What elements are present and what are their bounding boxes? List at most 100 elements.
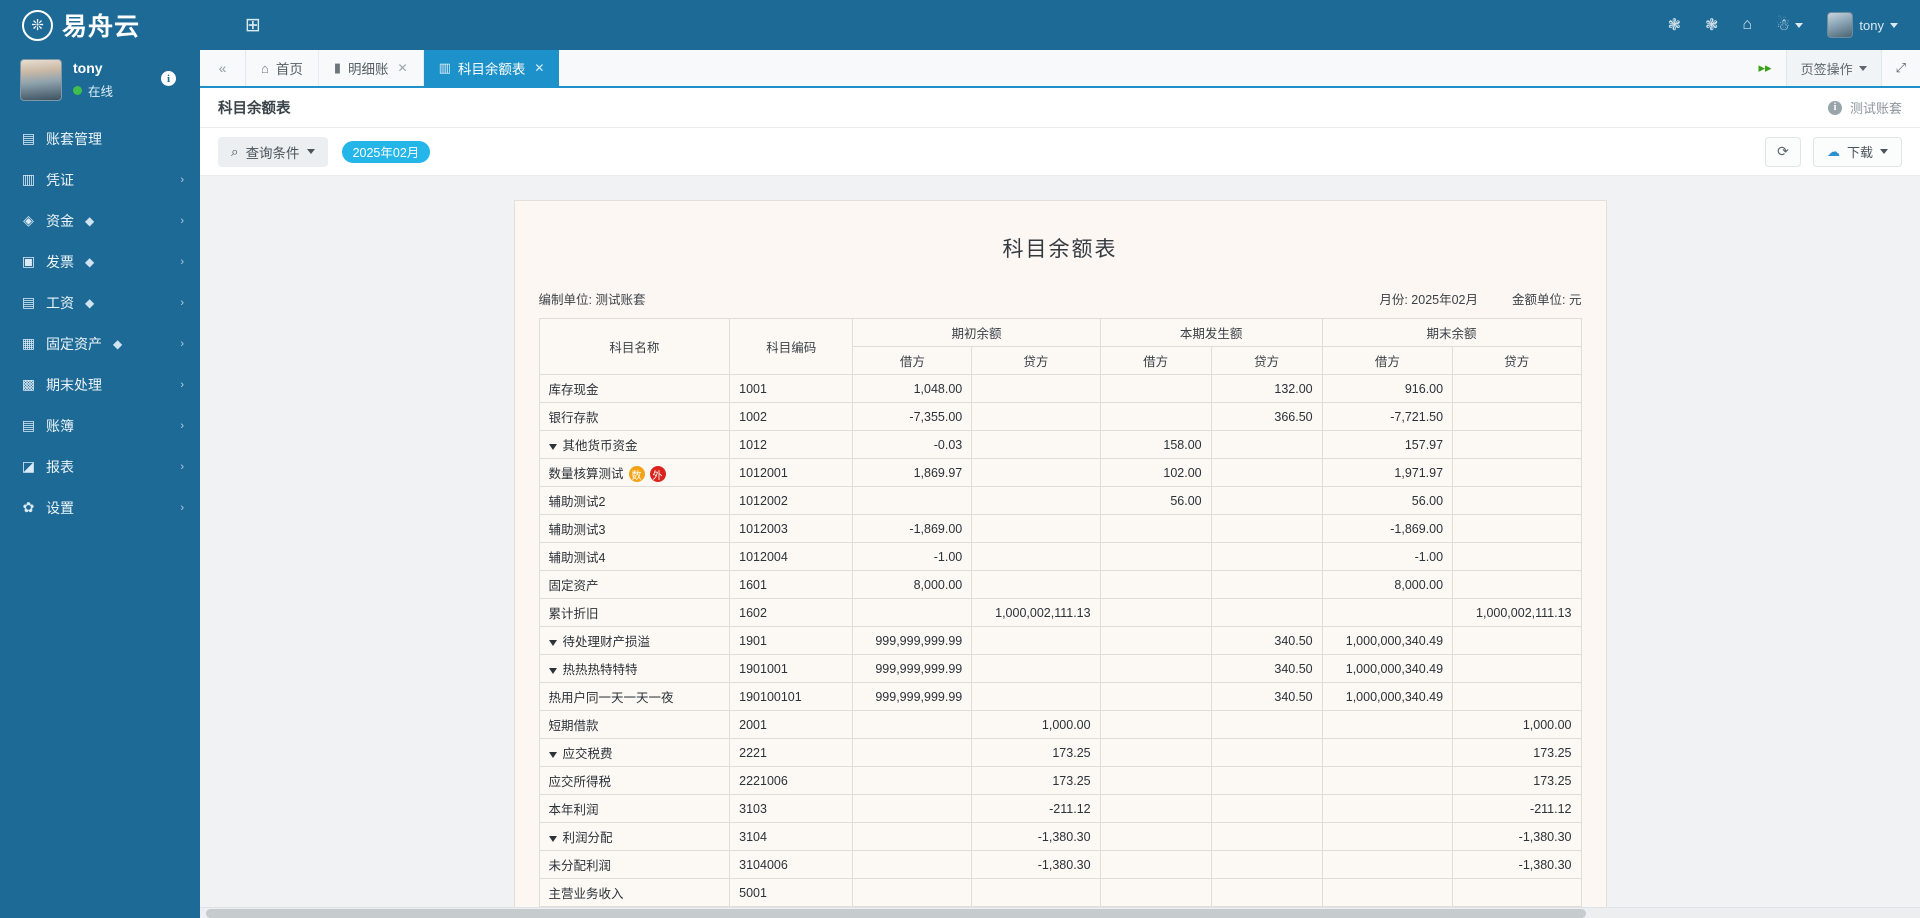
sidebar-item-0[interactable]: ▤ 账套管理 bbox=[0, 118, 200, 159]
table-row[interactable]: 辅助测试3 1012003 -1,869.00 -1,869.00 bbox=[538, 514, 1582, 543]
cell-account-name[interactable]: 应交所得税 bbox=[538, 766, 731, 795]
table-row[interactable]: 应交税费 2221 173.25 173.25 bbox=[538, 738, 1582, 767]
cell-closing-debit bbox=[1321, 598, 1454, 627]
snowflake-right-icon[interactable]: ❃ bbox=[1705, 15, 1718, 35]
table-row[interactable]: 数量核算测试数外 1012001 1,869.97 102.00 1,971.97 bbox=[538, 458, 1582, 487]
tab-1[interactable]: ▮ 明细账 ✕ bbox=[319, 50, 424, 86]
horizontal-scrollbar[interactable] bbox=[200, 907, 1920, 918]
cell-current-credit bbox=[1210, 542, 1323, 571]
period-chip[interactable]: 2025年02月 bbox=[341, 140, 431, 163]
table-row[interactable]: 短期借款 2001 1,000.00 1,000.00 bbox=[538, 710, 1582, 739]
sidebar-item-1[interactable]: ▥ 凭证 › bbox=[0, 159, 200, 200]
cell-account-name[interactable]: 银行存款 bbox=[538, 402, 731, 431]
close-icon[interactable]: ✕ bbox=[534, 61, 544, 75]
tab-label: 明细账 bbox=[348, 62, 389, 77]
filter-conditions-button[interactable]: ⌕ 查询条件 bbox=[218, 136, 328, 167]
tab-2[interactable]: ▥ 科目余额表 ✕ bbox=[423, 50, 560, 86]
table-row[interactable]: 未分配利润 3104006 -1,380.30 -1,380.30 bbox=[538, 850, 1582, 879]
sidebar-item-9[interactable]: ✿ 设置 › bbox=[0, 487, 200, 528]
refresh-button[interactable]: ⟳ bbox=[1764, 136, 1801, 167]
sidebar-item-2[interactable]: ◈ 资金 ◆ › bbox=[0, 200, 200, 241]
sidebar-item-8[interactable]: ◪ 报表 › bbox=[0, 446, 200, 487]
account-name-text: 库存现金 bbox=[548, 383, 599, 397]
cell-closing-debit bbox=[1321, 738, 1454, 767]
table-row[interactable]: 利润分配 3104 -1,380.30 -1,380.30 bbox=[538, 822, 1582, 851]
table-row[interactable]: 辅助测试4 1012004 -1.00 -1.00 bbox=[538, 542, 1582, 571]
cell-account-name[interactable]: 辅助测试3 bbox=[538, 514, 731, 543]
cell-account-name[interactable]: 应交税费 bbox=[538, 738, 731, 767]
table-row[interactable]: 热热热特特特 1901001 999,999,999.99 340.50 1,000,0… bbox=[538, 654, 1582, 683]
ledger-icon: ▤ bbox=[21, 417, 36, 433]
sidebar-user-card[interactable]: tony 在线 i bbox=[0, 50, 200, 112]
balance-sheet-icon: ▥ bbox=[438, 60, 451, 75]
table-row[interactable]: 待处理财产损溢 1901 999,999,999.99 340.50 1,000,000… bbox=[538, 626, 1582, 655]
cell-account-name[interactable]: 其他货币资金 bbox=[538, 430, 731, 459]
account-menu[interactable]: tony bbox=[1827, 12, 1898, 38]
table-row[interactable]: 库存现金 1001 1,048.00 132.00 916.00 bbox=[538, 374, 1582, 403]
sidebar-item-7[interactable]: ▤ 账簿 › bbox=[0, 405, 200, 446]
sidebar-item-5[interactable]: ▦ 固定资产 ◆ › bbox=[0, 323, 200, 364]
user-info-badge[interactable]: i bbox=[161, 71, 176, 86]
grid-toggle-icon[interactable]: ⊞ bbox=[240, 12, 266, 38]
sidebar-item-6[interactable]: ▩ 期末处理 › bbox=[0, 364, 200, 405]
table-row[interactable]: 固定资产 1601 8,000.00 8,000.00 bbox=[538, 570, 1582, 599]
table-row[interactable]: 主营业务收入 5001 bbox=[538, 878, 1582, 907]
tab-0[interactable]: ⌂ 首页 bbox=[246, 50, 319, 86]
cell-current-debit bbox=[1099, 766, 1212, 795]
table-row[interactable]: 本年利润 3103 -211.12 -211.12 bbox=[538, 794, 1582, 823]
cell-account-name[interactable]: 数量核算测试数外 bbox=[538, 458, 731, 487]
snowflake-left-icon[interactable]: ❃ bbox=[1668, 15, 1681, 35]
assets-icon: ▦ bbox=[21, 335, 36, 351]
expand-toggle-icon[interactable] bbox=[548, 751, 557, 758]
download-button[interactable]: ☁ 下载 bbox=[1812, 136, 1902, 167]
cell-account-name[interactable]: 辅助测试4 bbox=[538, 542, 731, 571]
tab-operations-button[interactable]: 页签操作 bbox=[1785, 50, 1882, 86]
tab-scroll-back-button[interactable]: « bbox=[200, 50, 246, 86]
cell-account-name[interactable]: 辅助测试2 bbox=[538, 486, 731, 515]
cell-closing-credit bbox=[1452, 570, 1582, 599]
scrollbar-thumb[interactable] bbox=[206, 909, 1586, 918]
chevron-down-icon bbox=[1880, 149, 1888, 154]
user-switch-button[interactable]: ☃ bbox=[1776, 15, 1804, 35]
expand-toggle-icon[interactable] bbox=[548, 835, 557, 842]
sidebar-item-label: 发票 bbox=[46, 253, 74, 270]
cell-account-name[interactable]: 短期借款 bbox=[538, 710, 731, 739]
close-icon[interactable]: ✕ bbox=[398, 61, 408, 75]
sidebar-item-3[interactable]: ▣ 发票 ◆ › bbox=[0, 241, 200, 282]
cell-account-name[interactable]: 累计折旧 bbox=[538, 598, 731, 627]
badge-foreign-currency-icon: 外 bbox=[649, 466, 666, 483]
page-header: 科目余额表 i 测试账套 bbox=[200, 88, 1920, 128]
cell-account-name[interactable]: 主营业务收入 bbox=[538, 878, 731, 907]
cell-closing-debit bbox=[1321, 710, 1454, 739]
header-row-groups: 科目名称 科目编码 期初余额 本期发生额 期末余额 bbox=[538, 318, 1582, 375]
cell-account-name[interactable]: 本年利润 bbox=[538, 794, 731, 823]
cell-account-name[interactable]: 待处理财产损溢 bbox=[538, 626, 731, 655]
cell-account-name[interactable]: 利润分配 bbox=[538, 822, 731, 851]
table-row[interactable]: 热用户同一天一天一夜 190100101 999,999,999.99 340.50 1… bbox=[538, 682, 1582, 711]
table-row[interactable]: 银行存款 1002 -7,355.00 366.50 -7,721.50 bbox=[538, 402, 1582, 431]
period-end-icon: ▩ bbox=[21, 376, 36, 392]
premium-gem-icon: ◆ bbox=[85, 213, 95, 228]
expand-toggle-icon[interactable] bbox=[548, 667, 557, 674]
report-scroll-area[interactable]: 科目余额表 编制单位: 测试账套 月份: 2025年02月 金额单位: 元 科目… bbox=[200, 176, 1920, 918]
table-row[interactable]: 应交所得税 2221006 173.25 173.25 bbox=[538, 766, 1582, 795]
cell-account-name[interactable]: 未分配利润 bbox=[538, 850, 731, 879]
fullscreen-button[interactable]: ⤢ bbox=[1882, 50, 1920, 86]
cell-account-name[interactable]: 热用户同一天一天一夜 bbox=[538, 682, 731, 711]
cell-account-name[interactable]: 热热热特特特 bbox=[538, 654, 731, 683]
tab-scroll-forward-button[interactable]: ▸▸ bbox=[1745, 50, 1786, 86]
expand-toggle-icon[interactable] bbox=[548, 639, 557, 646]
cell-account-name[interactable]: 库存现金 bbox=[538, 374, 731, 403]
sidebar-item-4[interactable]: ▤ 工资 ◆ › bbox=[0, 282, 200, 323]
cell-current-debit bbox=[1099, 850, 1212, 879]
table-row[interactable]: 辅助测试2 1012002 56.00 56.00 bbox=[538, 486, 1582, 515]
report-month: 月份: 2025年02月 bbox=[1379, 289, 1478, 308]
brand[interactable]: ❊ 易舟云 bbox=[0, 0, 200, 50]
expand-toggle-icon[interactable] bbox=[548, 443, 557, 450]
cell-account-name[interactable]: 固定资产 bbox=[538, 570, 731, 599]
home-icon[interactable]: ⌂ bbox=[1742, 16, 1752, 34]
account-name-text: 热用户同一天一天一夜 bbox=[548, 691, 674, 705]
sidebar-menu: ▤ 账套管理 ▥ 凭证 › ◈ 资金 ◆ › ▣ 发票 ◆ › ▤ 工资 ◆ › ▦ 固定资产 ◆ › ▩ 期末处理 › ▤ 账簿… bbox=[0, 118, 200, 528]
table-row[interactable]: 累计折旧 1602 1,000,002,111.13 1,000,002,111.13 bbox=[538, 598, 1582, 627]
table-row[interactable]: 其他货币资金 1012 -0.03 158.00 157.97 bbox=[538, 430, 1582, 459]
